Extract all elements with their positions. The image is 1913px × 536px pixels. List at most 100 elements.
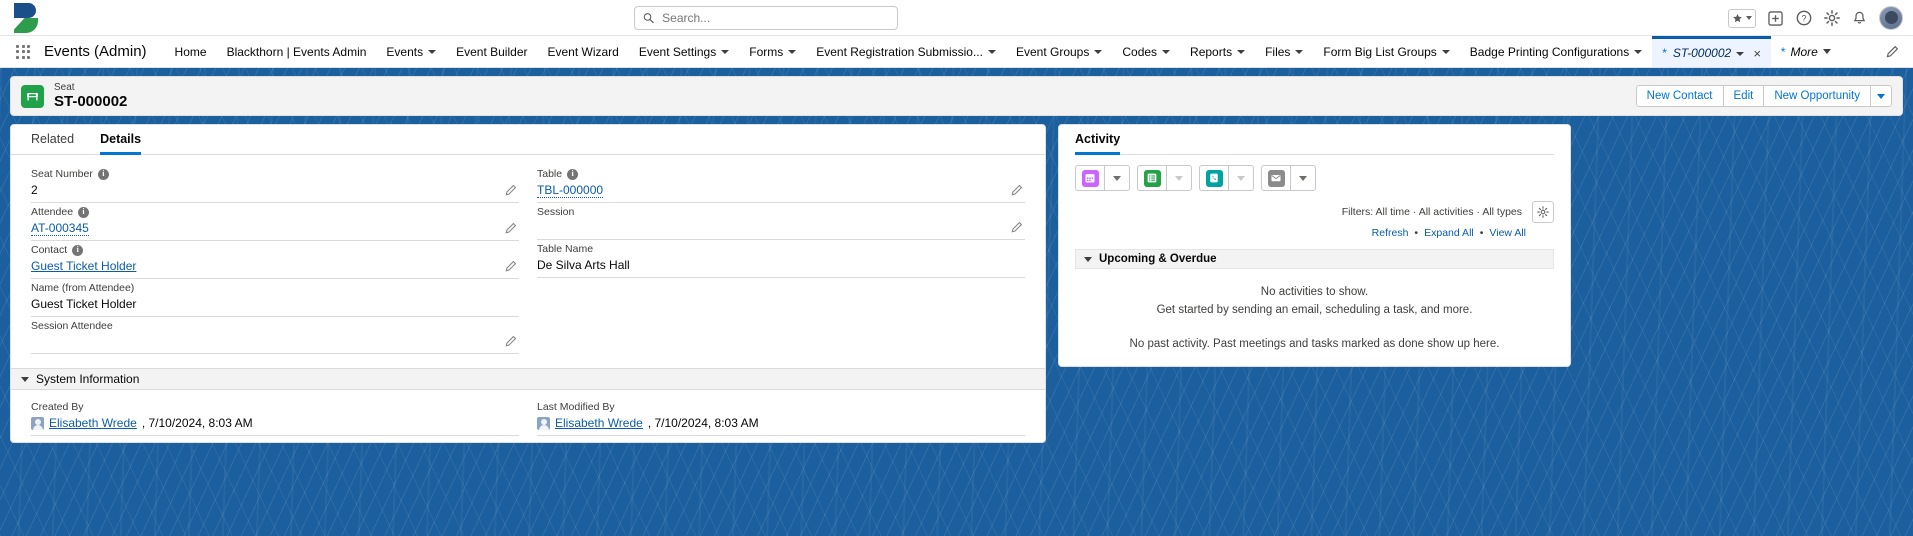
view-all-link[interactable]: View All — [1489, 227, 1526, 239]
nav-item-reports[interactable]: Reports — [1180, 36, 1255, 67]
tab-details[interactable]: Details — [100, 125, 142, 155]
object-label: Seat — [54, 81, 75, 93]
page-columns: Related Details Seat Number i 2 Attendee… — [10, 124, 1903, 443]
field-label-text: Attendee — [31, 206, 74, 218]
edit-field-pencil-icon[interactable] — [504, 335, 517, 348]
system-information-section-header[interactable]: System Information — [11, 368, 1045, 390]
empty-state-subtitle: Get started by sending an email, schedul… — [1156, 304, 1473, 317]
activity-composer — [1059, 155, 1570, 191]
chevron-down-icon — [1237, 175, 1245, 181]
chevron-down-icon — [1113, 175, 1121, 181]
help-icon[interactable]: ? — [1795, 10, 1812, 27]
field-label: Contact i — [31, 243, 519, 257]
svg-text:?: ? — [1801, 14, 1806, 24]
nav-item-events[interactable]: Events — [376, 36, 446, 67]
new-task-dropdown[interactable] — [1167, 165, 1192, 191]
edit-field-pencil-icon[interactable] — [1010, 184, 1023, 197]
activity-panel: Activity Filters: All time · All activit… — [1058, 124, 1571, 367]
field-label-text: Contact — [31, 244, 68, 256]
field-value: Elisabeth Wrede , 7/10/2024, 8:03 AM — [537, 414, 1025, 432]
link-separator: • — [1414, 227, 1419, 239]
nav-item-event-registration-submissions[interactable]: Event Registration Submissio... — [806, 36, 1006, 67]
field-label-text: Table Name — [537, 243, 594, 255]
tab-related[interactable]: Related — [31, 125, 74, 155]
user-avatar[interactable] — [1879, 6, 1903, 30]
field-label-text: Last Modified By — [537, 401, 615, 413]
expand-all-link[interactable]: Expand All — [1424, 227, 1474, 239]
email-dropdown[interactable] — [1291, 165, 1316, 191]
edit-field-pencil-icon[interactable] — [1010, 221, 1023, 234]
new-event-dropdown[interactable] — [1105, 165, 1130, 191]
log-a-call-dropdown[interactable] — [1229, 165, 1254, 191]
table-link[interactable]: TBL-000000 — [537, 183, 604, 198]
field-value: 2 — [31, 183, 38, 197]
more-actions-button[interactable] — [1870, 85, 1892, 107]
chevron-down-icon — [1746, 16, 1752, 20]
log-a-call-button[interactable] — [1199, 165, 1229, 191]
new-opportunity-button[interactable]: New Opportunity — [1763, 85, 1871, 107]
field-created-by: Created By Elisabeth Wrede , 7/10/2024, … — [31, 398, 519, 436]
chevron-down-icon — [1175, 175, 1183, 181]
field-label: Seat Number i — [31, 167, 519, 181]
nav-item-event-settings[interactable]: Event Settings — [629, 36, 739, 67]
chevron-down-icon — [721, 50, 730, 54]
attendee-link[interactable]: AT-000345 — [31, 221, 89, 236]
edit-field-pencil-icon[interactable] — [504, 184, 517, 197]
nav-item-forms[interactable]: Forms — [739, 36, 806, 67]
edit-field-pencil-icon[interactable] — [504, 260, 517, 273]
nav-item-event-builder[interactable]: Event Builder — [446, 36, 537, 67]
last-modified-by-user-link[interactable]: Elisabeth Wrede — [555, 415, 643, 432]
global-search-box[interactable] — [634, 6, 898, 30]
user-avatar-icon — [537, 417, 550, 430]
edit-field-pencil-icon[interactable] — [504, 222, 517, 235]
setup-gear-icon[interactable] — [1823, 10, 1840, 27]
nav-item-event-groups[interactable]: Event Groups — [1006, 36, 1112, 67]
info-icon[interactable]: i — [78, 206, 90, 218]
new-task-button[interactable] — [1137, 165, 1167, 191]
nav-item-active-record-tab[interactable]: * ST-000002 × — [1652, 36, 1771, 67]
new-event-button[interactable] — [1075, 165, 1105, 191]
activity-filters-text: Filters: All time · All activities · All… — [1341, 206, 1522, 218]
nav-item-badge-printing-configurations[interactable]: Badge Printing Configurations — [1460, 36, 1652, 67]
chevron-down-icon — [987, 50, 996, 54]
new-contact-button[interactable]: New Contact — [1635, 85, 1724, 107]
nav-item-codes[interactable]: Codes — [1112, 36, 1180, 67]
notifications-bell-icon[interactable] — [1851, 10, 1868, 27]
field-value: AT-000345 — [31, 219, 519, 237]
nav-item-label: Home — [174, 44, 207, 59]
field-value: TBL-000000 — [537, 181, 1025, 199]
chevron-down-icon — [1299, 175, 1307, 181]
activity-settings-button[interactable] — [1532, 201, 1554, 223]
activity-filters-row: Filters: All time · All activities · All… — [1059, 191, 1570, 223]
chevron-down-icon — [1162, 50, 1171, 54]
created-by-user-link[interactable]: Elisabeth Wrede — [49, 415, 137, 432]
info-icon[interactable]: i — [567, 168, 579, 180]
close-icon[interactable]: × — [1753, 46, 1761, 61]
contact-link[interactable]: Guest Ticket Holder — [31, 259, 136, 273]
activity-links-row: Refresh • Expand All • View All — [1059, 223, 1570, 239]
favorites-star-button[interactable] — [1728, 8, 1756, 28]
nav-item-home[interactable]: Home — [165, 36, 217, 67]
email-button[interactable] — [1261, 165, 1291, 191]
chevron-down-icon[interactable] — [1736, 51, 1745, 56]
nav-item-blackthorn-events-admin[interactable]: Blackthorn | Events Admin — [217, 36, 377, 67]
nav-item-files[interactable]: Files — [1255, 36, 1313, 67]
field-last-modified-by: Last Modified By Elisabeth Wrede , 7/10/… — [537, 398, 1025, 436]
nav-item-more[interactable]: * More — [1771, 36, 1841, 67]
info-icon[interactable]: i — [72, 244, 84, 256]
add-app-icon[interactable] — [1767, 10, 1784, 27]
refresh-link[interactable]: Refresh — [1372, 227, 1409, 239]
nav-item-form-big-list-groups[interactable]: Form Big List Groups — [1313, 36, 1459, 67]
edit-navigation-button[interactable] — [1875, 36, 1913, 67]
edit-button[interactable]: Edit — [1722, 85, 1765, 107]
app-launcher-button[interactable] — [10, 36, 36, 67]
nav-item-event-wizard[interactable]: Event Wizard — [537, 36, 628, 67]
tab-activity[interactable]: Activity — [1075, 125, 1121, 155]
chevron-down-icon — [1441, 50, 1450, 54]
nav-item-label: Events — [386, 44, 424, 59]
upcoming-and-overdue-header[interactable]: Upcoming & Overdue — [1075, 249, 1554, 269]
search-icon — [643, 13, 654, 24]
search-input[interactable] — [660, 10, 889, 26]
empty-state-title: No activities to show. — [1260, 286, 1369, 298]
info-icon[interactable]: i — [97, 168, 109, 180]
